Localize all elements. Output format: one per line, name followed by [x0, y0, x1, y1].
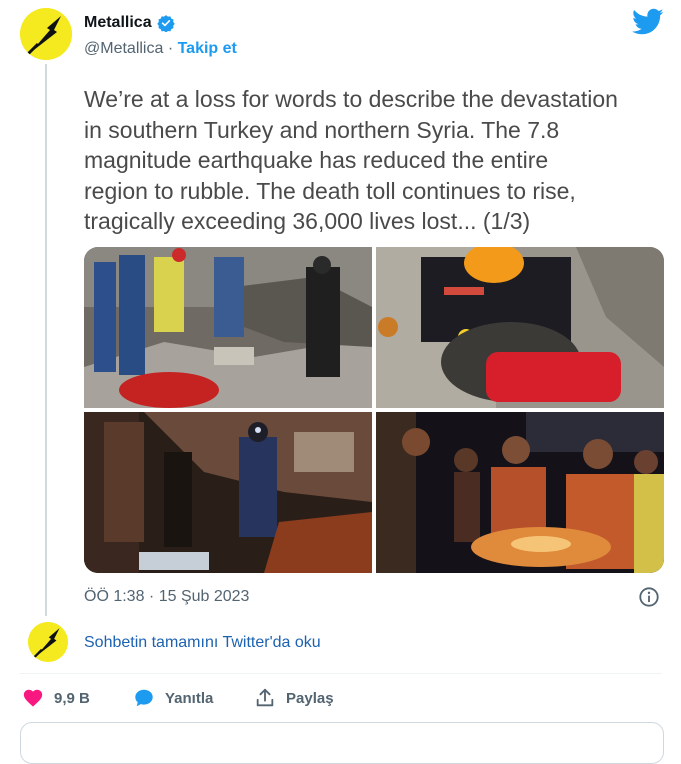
follow-button[interactable]: Takip et: [178, 40, 237, 57]
read-full-conversation-link[interactable]: Sohbetin tamamını Twitter'da oku: [84, 634, 321, 652]
photo-rescuer-orange-helmet[interactable]: [376, 247, 664, 408]
share-label: Paylaş: [286, 689, 334, 707]
tweet-timestamp[interactable]: ÖÖ 1:38 · 15 Şub 2023: [84, 588, 249, 606]
like-button[interactable]: 9,9 B: [22, 687, 90, 709]
reply-label: Yanıtla: [165, 689, 214, 707]
share-upload-icon: [254, 687, 276, 709]
verified-badge-icon: [156, 14, 175, 33]
tweet-text: We’re at a loss for words to describe th…: [84, 86, 618, 234]
thread-connector-line: [45, 64, 47, 616]
handle-separator: ·: [163, 40, 178, 57]
photo-rescue-workers-rubble[interactable]: [84, 247, 372, 408]
like-count: 9,9 B: [54, 689, 90, 707]
reply-button[interactable]: Yanıtla: [133, 687, 213, 709]
author-name-row[interactable]: Metallica: [84, 14, 175, 33]
actions-divider: [20, 673, 662, 674]
speech-bubble-icon: [133, 687, 155, 709]
author-handle[interactable]: @Metallica: [84, 40, 163, 57]
info-icon[interactable]: [638, 586, 660, 608]
heart-icon: [22, 687, 44, 709]
author-handle-row: @Metallica · Takip et: [84, 40, 237, 58]
metallica-avatar[interactable]: [20, 8, 72, 60]
photo-night-search[interactable]: [84, 412, 372, 573]
photo-workers-by-fire[interactable]: [376, 412, 664, 573]
author-display-name[interactable]: Metallica: [84, 14, 152, 32]
metallica-avatar-small[interactable]: [28, 622, 68, 662]
read-replies-card[interactable]: [20, 722, 664, 764]
share-button[interactable]: Paylaş: [254, 687, 334, 709]
twitter-bird-icon[interactable]: [632, 8, 664, 36]
tweet-media-grid: [84, 247, 664, 573]
